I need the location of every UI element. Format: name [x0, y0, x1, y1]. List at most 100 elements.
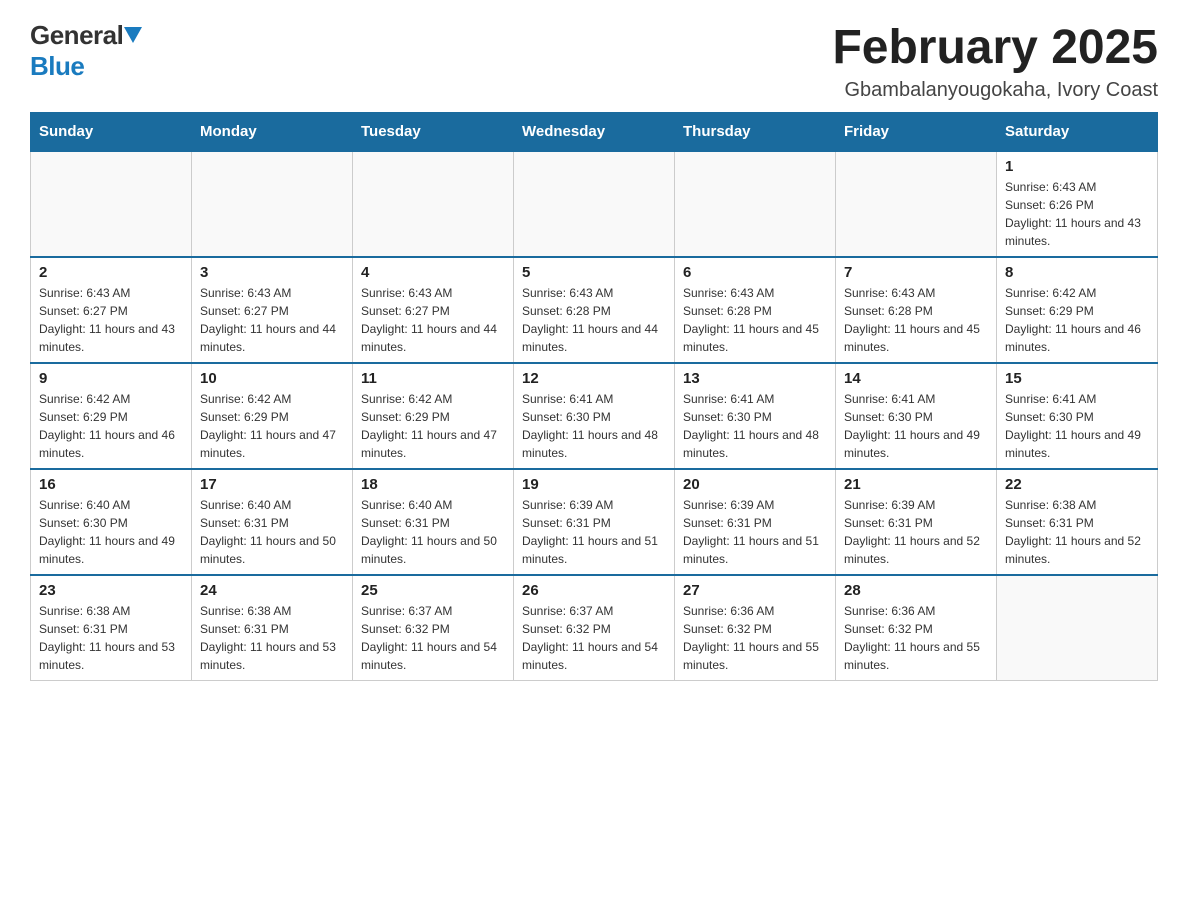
calendar-cell: 27 Sunrise: 6:36 AM Sunset: 6:32 PM Dayli…	[675, 575, 836, 681]
calendar-cell: 3 Sunrise: 6:43 AM Sunset: 6:27 PM Daylig…	[192, 257, 353, 363]
calendar-cell: 18 Sunrise: 6:40 AM Sunset: 6:31 PM Dayli…	[353, 469, 514, 575]
day-number: 19	[522, 476, 666, 493]
calendar-cell	[192, 151, 353, 257]
day-number: 13	[683, 370, 827, 387]
calendar-cell: 2 Sunrise: 6:43 AM Sunset: 6:27 PM Daylig…	[31, 257, 192, 363]
calendar-cell: 11 Sunrise: 6:42 AM Sunset: 6:29 PM Dayli…	[353, 363, 514, 469]
calendar-cell: 25 Sunrise: 6:37 AM Sunset: 6:32 PM Dayli…	[353, 575, 514, 681]
calendar-cell: 1 Sunrise: 6:43 AM Sunset: 6:26 PM Daylig…	[997, 151, 1158, 257]
logo-triangle-icon	[124, 27, 142, 45]
day-number: 2	[39, 264, 183, 281]
day-info: Sunrise: 6:39 AM Sunset: 6:31 PM Dayligh…	[683, 496, 827, 568]
day-number: 12	[522, 370, 666, 387]
page-header: General Blue February 2025 Gbambalanyoug…	[30, 20, 1158, 102]
calendar-cell: 20 Sunrise: 6:39 AM Sunset: 6:31 PM Dayli…	[675, 469, 836, 575]
day-info: Sunrise: 6:41 AM Sunset: 6:30 PM Dayligh…	[522, 390, 666, 462]
day-info: Sunrise: 6:43 AM Sunset: 6:28 PM Dayligh…	[844, 284, 988, 356]
day-number: 3	[200, 264, 344, 281]
day-info: Sunrise: 6:42 AM Sunset: 6:29 PM Dayligh…	[361, 390, 505, 462]
day-number: 17	[200, 476, 344, 493]
header-thursday: Thursday	[675, 113, 836, 152]
day-number: 6	[683, 264, 827, 281]
day-info: Sunrise: 6:41 AM Sunset: 6:30 PM Dayligh…	[844, 390, 988, 462]
calendar-week-row: 1 Sunrise: 6:43 AM Sunset: 6:26 PM Daylig…	[31, 151, 1158, 257]
day-number: 22	[1005, 476, 1149, 493]
calendar-cell	[997, 575, 1158, 681]
day-number: 18	[361, 476, 505, 493]
day-number: 26	[522, 582, 666, 599]
calendar-cell: 7 Sunrise: 6:43 AM Sunset: 6:28 PM Daylig…	[836, 257, 997, 363]
calendar-cell: 12 Sunrise: 6:41 AM Sunset: 6:30 PM Dayli…	[514, 363, 675, 469]
day-info: Sunrise: 6:38 AM Sunset: 6:31 PM Dayligh…	[39, 602, 183, 674]
day-info: Sunrise: 6:43 AM Sunset: 6:28 PM Dayligh…	[683, 284, 827, 356]
day-info: Sunrise: 6:36 AM Sunset: 6:32 PM Dayligh…	[683, 602, 827, 674]
day-info: Sunrise: 6:37 AM Sunset: 6:32 PM Dayligh…	[361, 602, 505, 674]
day-info: Sunrise: 6:41 AM Sunset: 6:30 PM Dayligh…	[683, 390, 827, 462]
day-info: Sunrise: 6:40 AM Sunset: 6:31 PM Dayligh…	[200, 496, 344, 568]
day-number: 9	[39, 370, 183, 387]
calendar-cell: 14 Sunrise: 6:41 AM Sunset: 6:30 PM Dayli…	[836, 363, 997, 469]
calendar-cell: 21 Sunrise: 6:39 AM Sunset: 6:31 PM Dayli…	[836, 469, 997, 575]
calendar-cell: 10 Sunrise: 6:42 AM Sunset: 6:29 PM Dayli…	[192, 363, 353, 469]
day-info: Sunrise: 6:43 AM Sunset: 6:27 PM Dayligh…	[39, 284, 183, 356]
day-info: Sunrise: 6:39 AM Sunset: 6:31 PM Dayligh…	[844, 496, 988, 568]
day-number: 20	[683, 476, 827, 493]
calendar-cell: 24Sunrise: 6:38 AM Sunset: 6:31 PM Dayli…	[192, 575, 353, 681]
day-number: 24	[200, 582, 344, 599]
day-info: Sunrise: 6:43 AM Sunset: 6:27 PM Dayligh…	[200, 284, 344, 356]
calendar-cell: 23Sunrise: 6:38 AM Sunset: 6:31 PM Dayli…	[31, 575, 192, 681]
header-sunday: Sunday	[31, 113, 192, 152]
calendar-table: Sunday Monday Tuesday Wednesday Thursday…	[30, 112, 1158, 681]
header-saturday: Saturday	[997, 113, 1158, 152]
day-info: Sunrise: 6:38 AM Sunset: 6:31 PM Dayligh…	[1005, 496, 1149, 568]
calendar-cell: 5 Sunrise: 6:43 AM Sunset: 6:28 PM Daylig…	[514, 257, 675, 363]
day-number: 5	[522, 264, 666, 281]
header-tuesday: Tuesday	[353, 113, 514, 152]
day-number: 25	[361, 582, 505, 599]
calendar-week-row: 16 Sunrise: 6:40 AM Sunset: 6:30 PM Dayli…	[31, 469, 1158, 575]
calendar-cell	[353, 151, 514, 257]
calendar-cell: 17 Sunrise: 6:40 AM Sunset: 6:31 PM Dayli…	[192, 469, 353, 575]
day-number: 15	[1005, 370, 1149, 387]
day-info: Sunrise: 6:42 AM Sunset: 6:29 PM Dayligh…	[200, 390, 344, 462]
calendar-cell	[31, 151, 192, 257]
day-number: 10	[200, 370, 344, 387]
day-info: Sunrise: 6:43 AM Sunset: 6:27 PM Dayligh…	[361, 284, 505, 356]
day-number: 21	[844, 476, 988, 493]
day-number: 11	[361, 370, 505, 387]
day-info: Sunrise: 6:40 AM Sunset: 6:30 PM Dayligh…	[39, 496, 183, 568]
header-wednesday: Wednesday	[514, 113, 675, 152]
header-friday: Friday	[836, 113, 997, 152]
day-info: Sunrise: 6:36 AM Sunset: 6:32 PM Dayligh…	[844, 602, 988, 674]
day-number: 4	[361, 264, 505, 281]
calendar-cell: 6 Sunrise: 6:43 AM Sunset: 6:28 PM Daylig…	[675, 257, 836, 363]
day-number: 7	[844, 264, 988, 281]
day-info: Sunrise: 6:39 AM Sunset: 6:31 PM Dayligh…	[522, 496, 666, 568]
location-subtitle: Gbambalanyougokaha, Ivory Coast	[832, 79, 1158, 102]
day-info: Sunrise: 6:37 AM Sunset: 6:32 PM Dayligh…	[522, 602, 666, 674]
day-info: Sunrise: 6:42 AM Sunset: 6:29 PM Dayligh…	[1005, 284, 1149, 356]
logo-general-text: General	[30, 20, 123, 51]
calendar-cell: 4 Sunrise: 6:43 AM Sunset: 6:27 PM Daylig…	[353, 257, 514, 363]
day-info: Sunrise: 6:43 AM Sunset: 6:28 PM Dayligh…	[522, 284, 666, 356]
calendar-cell	[514, 151, 675, 257]
calendar-cell: 9Sunrise: 6:42 AM Sunset: 6:29 PM Daylig…	[31, 363, 192, 469]
calendar-week-row: 2 Sunrise: 6:43 AM Sunset: 6:27 PM Daylig…	[31, 257, 1158, 363]
day-number: 1	[1005, 158, 1149, 175]
calendar-cell: 26 Sunrise: 6:37 AM Sunset: 6:32 PM Dayli…	[514, 575, 675, 681]
calendar-cell: 15Sunrise: 6:41 AM Sunset: 6:30 PM Dayli…	[997, 363, 1158, 469]
calendar-cell: 19 Sunrise: 6:39 AM Sunset: 6:31 PM Dayli…	[514, 469, 675, 575]
calendar-header-row: Sunday Monday Tuesday Wednesday Thursday…	[31, 113, 1158, 152]
day-number: 14	[844, 370, 988, 387]
day-info: Sunrise: 6:40 AM Sunset: 6:31 PM Dayligh…	[361, 496, 505, 568]
calendar-week-row: 23Sunrise: 6:38 AM Sunset: 6:31 PM Dayli…	[31, 575, 1158, 681]
calendar-cell: 16 Sunrise: 6:40 AM Sunset: 6:30 PM Dayli…	[31, 469, 192, 575]
day-number: 8	[1005, 264, 1149, 281]
calendar-cell	[675, 151, 836, 257]
day-info: Sunrise: 6:43 AM Sunset: 6:26 PM Dayligh…	[1005, 178, 1149, 250]
calendar-cell: 28Sunrise: 6:36 AM Sunset: 6:32 PM Dayli…	[836, 575, 997, 681]
header-monday: Monday	[192, 113, 353, 152]
day-number: 27	[683, 582, 827, 599]
day-number: 16	[39, 476, 183, 493]
calendar-week-row: 9 Sunrise: 6:42 AM Sunset: 6:29 PM Daylig…	[31, 363, 1158, 469]
